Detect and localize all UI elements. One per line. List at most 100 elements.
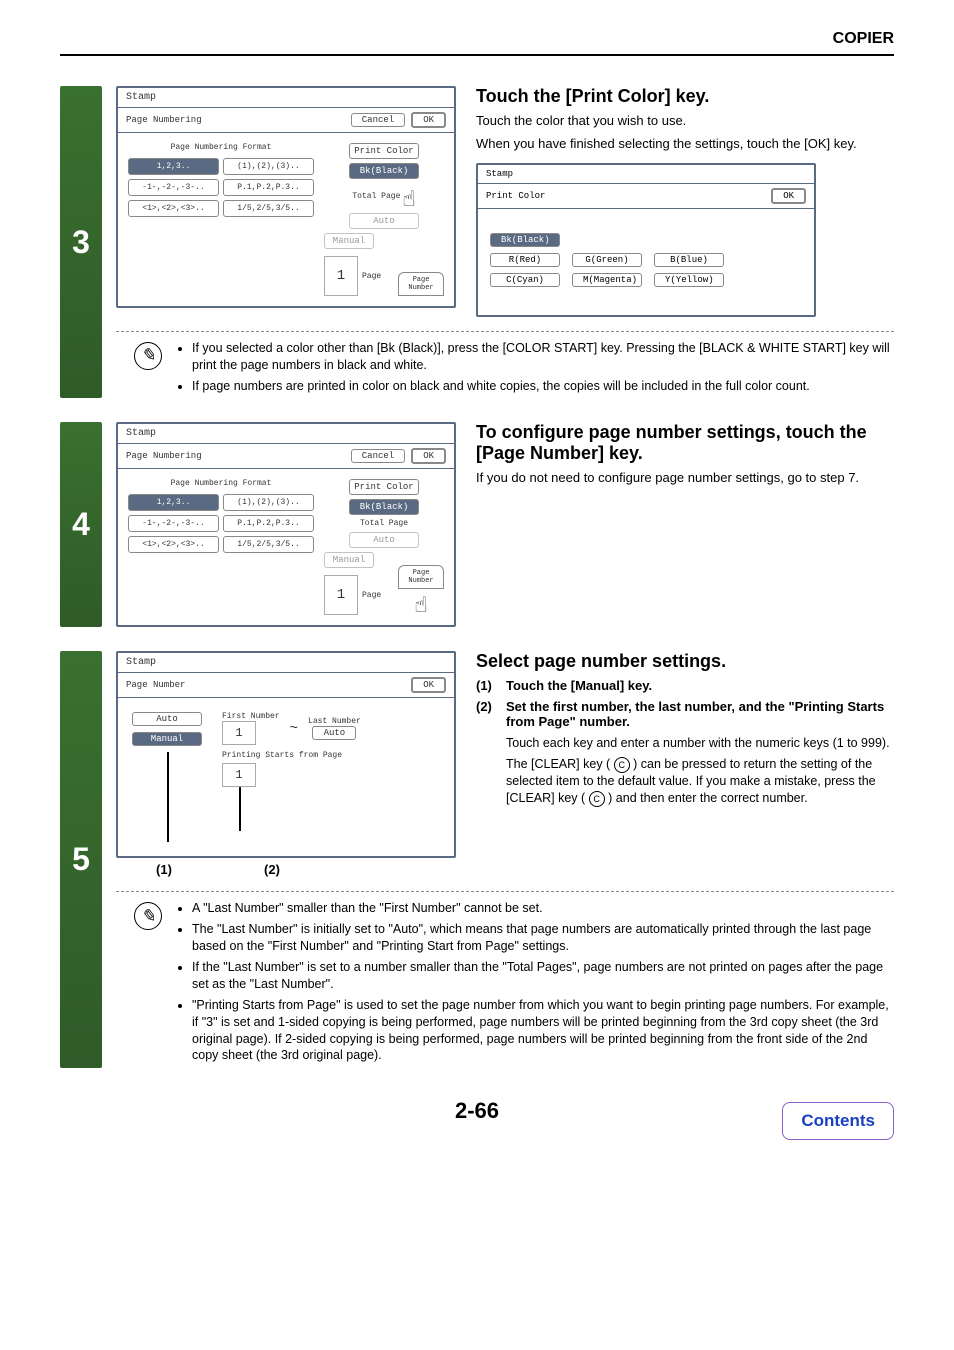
step4-p1: If you do not need to configure page num… [476, 470, 894, 487]
step3-note1: If you selected a color other than [Bk (… [192, 340, 894, 374]
page-number: 2-66 [60, 1098, 894, 1124]
clear-key-icon: C [589, 791, 605, 807]
color-y[interactable]: Y(Yellow) [654, 273, 724, 287]
screen-subtitle: Page Numbering [126, 451, 345, 461]
contents-link[interactable]: Contents [782, 1102, 894, 1140]
step5-heading: Select page number settings. [476, 651, 894, 672]
ok-button[interactable]: OK [411, 677, 446, 693]
tilde: ~ [290, 721, 298, 737]
color-title: Stamp [486, 169, 806, 179]
format-2[interactable]: (1),(2),(3).. [223, 494, 314, 511]
color-bk[interactable]: Bk(Black) [490, 233, 560, 247]
step3-p1: Touch the color that you wish to use. [476, 113, 894, 130]
page-count-box: 1 [324, 256, 358, 296]
cancel-button[interactable]: Cancel [351, 113, 405, 127]
substep-2-sub2: The [CLEAR] key ( C ) can be pressed to … [506, 756, 894, 807]
page-numbering-screen-3: Stamp Page Numbering Cancel OK Page Numb… [116, 86, 456, 308]
format-6[interactable]: 1/5,2/5,3/5.. [223, 200, 314, 217]
step5-note4: "Printing Starts from Page" is used to s… [192, 997, 894, 1065]
printing-starts-value[interactable]: 1 [222, 763, 256, 787]
step4-heading: To configure page number settings, touch… [476, 422, 894, 464]
format-3[interactable]: -1-,-2-,-3-.. [128, 515, 219, 532]
print-color-key[interactable]: Print Color [349, 479, 419, 495]
first-number-label: First Number [222, 712, 280, 721]
bk-black-value[interactable]: Bk(Black) [349, 163, 419, 179]
dashed-rule [116, 891, 894, 892]
manual-tab[interactable]: Manual [132, 732, 202, 746]
cancel-button[interactable]: Cancel [351, 449, 405, 463]
format-6[interactable]: 1/5,2/5,3/5.. [223, 536, 314, 553]
screen-subtitle: Page Number [126, 680, 405, 690]
color-b[interactable]: B(Blue) [654, 253, 724, 267]
dashed-rule [116, 331, 894, 332]
step-4: 4 Stamp Page Numbering Cancel OK Page Nu… [60, 422, 894, 627]
cursor-icon: ☝ [402, 187, 415, 213]
printing-starts-label: Printing Starts from Page [222, 751, 440, 760]
cursor-icon: ☝ [414, 593, 427, 619]
first-number-value[interactable]: 1 [222, 721, 256, 745]
step3-note2: If page numbers are printed in color on … [192, 378, 894, 395]
page-label: Page [362, 591, 381, 600]
step-number-4: 4 [60, 422, 102, 627]
color-sub: Print Color [486, 191, 771, 201]
page-label: Page [362, 272, 381, 281]
step-number-3: 3 [60, 86, 102, 398]
auto-tab[interactable]: Auto [132, 712, 202, 726]
format-heading: Page Numbering Format [128, 143, 314, 152]
step-number-5: 5 [60, 651, 102, 1068]
manual-button[interactable]: Manual [324, 233, 374, 249]
substep-2-text: Set the first number, the last number, a… [506, 699, 894, 729]
format-heading: Page Numbering Format [128, 479, 314, 488]
step5-note1: A "Last Number" smaller than the "First … [192, 900, 894, 917]
auto-button[interactable]: Auto [349, 213, 419, 229]
color-g[interactable]: G(Green) [572, 253, 642, 267]
format-1[interactable]: 1,2,3.. [128, 158, 219, 175]
page-number-tab[interactable]: Page Number [398, 272, 444, 296]
print-color-screen: Stamp Print Color OK Bk(Black) R(Red) G(… [476, 163, 816, 317]
print-color-key[interactable]: Print Color [349, 143, 419, 159]
step-5: 5 Stamp Page Number OK Auto [60, 651, 894, 1068]
step5-note3: If the "Last Number" is set to a number … [192, 959, 894, 993]
screen-title: Stamp [118, 424, 454, 444]
screen-subtitle: Page Numbering [126, 115, 345, 125]
step3-p2: When you have finished selecting the set… [476, 136, 894, 153]
format-5[interactable]: <1>,<2>,<3>.. [128, 200, 219, 217]
format-5[interactable]: <1>,<2>,<3>.. [128, 536, 219, 553]
format-2[interactable]: (1),(2),(3).. [223, 158, 314, 175]
auto-button[interactable]: Auto [349, 532, 419, 548]
substep-2-idx: (2) [476, 699, 506, 729]
step5-note2: The "Last Number" is initially set to "A… [192, 921, 894, 955]
ok-button[interactable]: OK [411, 112, 446, 128]
manual-button[interactable]: Manual [324, 552, 374, 568]
bk-black-value[interactable]: Bk(Black) [349, 499, 419, 515]
page-count-box: 1 [324, 575, 358, 615]
callout-2: (2) [212, 862, 332, 877]
page-numbering-screen-4: Stamp Page Numbering Cancel OK Page Numb… [116, 422, 456, 627]
screen-title: Stamp [118, 88, 454, 108]
clear-key-icon: C [614, 757, 630, 773]
color-c[interactable]: C(Cyan) [490, 273, 560, 287]
format-3[interactable]: -1-,-2-,-3-.. [128, 179, 219, 196]
header-label: COPIER [60, 30, 894, 56]
substep-1-idx: (1) [476, 678, 506, 693]
note-icon: ✎ [134, 342, 162, 370]
step3-heading: Touch the [Print Color] key. [476, 86, 894, 107]
callout-1: (1) [116, 862, 212, 877]
color-ok-button[interactable]: OK [771, 188, 806, 204]
color-r[interactable]: R(Red) [490, 253, 560, 267]
page-number-tab[interactable]: Page Number [398, 565, 444, 589]
screen-title: Stamp [118, 653, 454, 673]
page-number-screen-5: Stamp Page Number OK Auto Manual [116, 651, 456, 858]
format-4[interactable]: P.1,P.2,P.3.. [223, 515, 314, 532]
format-1[interactable]: 1,2,3.. [128, 494, 219, 511]
color-m[interactable]: M(Magenta) [572, 273, 642, 287]
note-icon: ✎ [134, 902, 162, 930]
step-3: 3 Stamp Page Numbering Cancel OK Page Nu… [60, 86, 894, 398]
last-number-value[interactable]: Auto [312, 726, 356, 740]
ok-button[interactable]: OK [411, 448, 446, 464]
format-4[interactable]: P.1,P.2,P.3.. [223, 179, 314, 196]
substep-2-sub1: Touch each key and enter a number with t… [506, 735, 894, 752]
substep-1-text: Touch the [Manual] key. [506, 678, 894, 693]
total-page-label: Total Page [360, 519, 408, 528]
last-number-label: Last Number [308, 717, 361, 726]
